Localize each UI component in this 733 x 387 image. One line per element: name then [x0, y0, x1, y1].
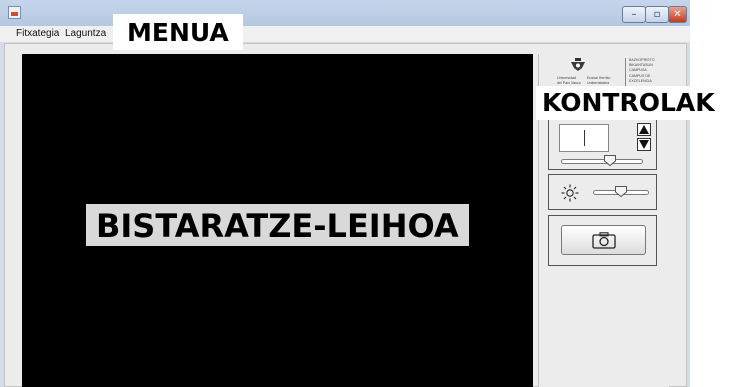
campus-text-1: BAZKOPRISTO: [629, 58, 655, 62]
value-field[interactable]: [559, 124, 609, 152]
campus-text-4: CAMPUS DE: [629, 74, 651, 78]
campus-text-5: EXCELENCIA: [629, 79, 652, 83]
menu-item-fitxategia[interactable]: Fitxategia: [16, 28, 59, 39]
brightness-icon: [561, 184, 579, 202]
maximize-button[interactable]: ▫: [645, 6, 669, 23]
zoom-slider[interactable]: [561, 159, 643, 164]
brightness-control-group: [548, 174, 657, 210]
minimize-button[interactable]: –: [622, 6, 646, 23]
logo-text-basque-2: Unibertsitatea: [587, 81, 610, 85]
controls-annotation-label: KONTROLAK: [536, 86, 721, 120]
text-caret: [584, 130, 585, 146]
logo-divider: [625, 58, 626, 88]
zoom-control-group: [548, 114, 657, 170]
campus-text-3: CAMPUSA: [629, 68, 647, 72]
display-annotation-label: BISTARATZE-LEIHOA: [86, 204, 469, 246]
capture-control-group: [548, 215, 657, 266]
menu-item-laguntza[interactable]: Laguntza: [65, 28, 106, 39]
java-app-icon: [8, 6, 21, 19]
arrow-down-icon: [639, 140, 649, 149]
arrow-up-icon: [639, 125, 649, 134]
ehu-logo-icon: [571, 58, 585, 71]
close-button[interactable]: ✕: [668, 6, 687, 23]
logo-text-university: Universidad: [557, 76, 576, 80]
menu-annotation-label: MENUA: [113, 14, 243, 50]
logo-text-university-2: del País Vasco: [557, 81, 581, 85]
logo-text-basque: Euskal Herriko: [587, 76, 611, 80]
capture-button[interactable]: [561, 225, 646, 255]
brightness-slider-thumb[interactable]: [615, 186, 627, 197]
campus-text-2: BIKAINTASUN: [629, 63, 653, 67]
camera-icon: [592, 232, 616, 249]
menu-bar: Fitxategia Laguntza: [0, 26, 690, 42]
decrement-button[interactable]: [637, 138, 651, 151]
increment-button[interactable]: [637, 123, 651, 136]
title-bar[interactable]: – ▫ ✕: [0, 0, 690, 26]
zoom-slider-thumb[interactable]: [604, 155, 617, 166]
